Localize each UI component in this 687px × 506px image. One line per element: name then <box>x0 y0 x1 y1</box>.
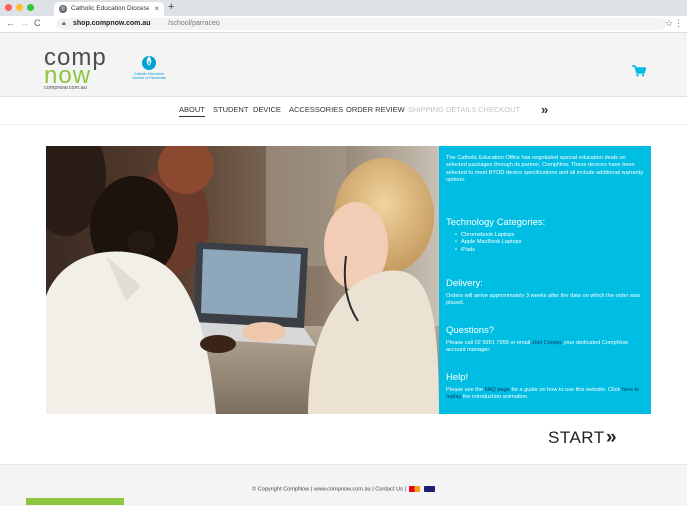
help-heading: Help! <box>446 372 469 383</box>
site-header: comp now compnow.com.au Catholic Educati… <box>0 33 687 97</box>
nav-device[interactable]: DEVICE <box>253 105 281 114</box>
browser-tab-strip: ◎ Catholic Education Diocese of × + <box>0 0 687 16</box>
flame-icon <box>142 56 156 70</box>
nav-about[interactable]: ABOUT <box>179 105 205 117</box>
intro-text: The Catholic Education Office has negoti… <box>446 155 644 184</box>
logo-word-now: now <box>44 62 92 89</box>
window-controls <box>5 4 34 11</box>
info-panel: The Catholic Education Office has negoti… <box>439 146 651 414</box>
nav-student[interactable]: STUDENT <box>213 105 248 114</box>
feedback-tab[interactable] <box>26 498 124 505</box>
help-text: Please see the FAQ page for a guide on h… <box>446 387 644 402</box>
nav-divider <box>0 124 687 125</box>
questions-heading: Questions? <box>446 325 495 336</box>
help-mid: for a guide on how to use this website. … <box>511 387 621 393</box>
forward-icon[interactable]: → <box>20 18 29 28</box>
cart-icon[interactable] <box>632 65 646 77</box>
nav-shipping-details: SHIPPING DETAILS <box>408 105 477 114</box>
close-tab-icon[interactable]: × <box>154 2 159 16</box>
star-icon[interactable]: ☆ <box>665 18 673 29</box>
address-bar: ← → C 🔒︎ shop.compnow.com.au /school/par… <box>0 16 687 33</box>
checkout-steps-nav: ABOUT STUDENT DEVICE ACCESSORIES ORDER R… <box>0 100 687 122</box>
delivery-text: Orders will arrive approximately 3 weeks… <box>446 293 641 307</box>
compnow-logo[interactable]: comp now compnow.com.au <box>44 46 114 92</box>
reload-icon[interactable]: C <box>34 18 41 28</box>
lock-icon: 🔒︎ <box>62 20 66 27</box>
ceo-subtitle: Diocese of Parramatta <box>132 76 166 80</box>
start-button[interactable]: START <box>548 428 605 448</box>
url-host: shop.compnow.com.au <box>73 20 151 27</box>
browser-tab[interactable]: ◎ Catholic Education Diocese of × <box>54 2 164 16</box>
tech-item-chromebook: Chromebook Laptops <box>455 232 522 239</box>
url-field[interactable]: 🔒︎ shop.compnow.com.au /school/parraceo <box>56 18 666 30</box>
delivery-heading: Delivery: <box>446 278 483 289</box>
tech-item-macbook: Apple MacBook Laptops <box>455 239 522 246</box>
nav-accessories[interactable]: ACCESSORIES <box>289 105 343 114</box>
url-path: /school/parraceo <box>168 20 220 27</box>
kebab-menu-icon[interactable]: ⋮ <box>674 18 683 29</box>
questions-pre: Please call 02 9951 7955 or email <box>446 340 531 346</box>
close-window-button[interactable] <box>5 4 12 11</box>
questions-text: Please call 02 9951 7955 or email Joel C… <box>446 340 644 355</box>
students-photo <box>46 146 439 414</box>
help-post: the introduction animation. <box>462 394 529 401</box>
start-arrow-icon[interactable]: » <box>606 427 617 449</box>
mastercard-icon <box>409 486 421 492</box>
tech-heading: Technology Categories: <box>446 217 546 228</box>
nav-order-review[interactable]: ORDER REVIEW <box>346 105 405 114</box>
new-tab-button[interactable]: + <box>168 1 174 13</box>
nav-checkout: CHECKOUT <box>478 105 521 114</box>
tech-item-ipads: iPads <box>455 247 522 254</box>
tab-title: Catholic Education Diocese of <box>71 5 149 12</box>
maximize-window-button[interactable] <box>27 4 34 11</box>
faq-link[interactable]: FAQ page <box>485 387 510 393</box>
tech-list: Chromebook Laptops Apple MacBook Laptops… <box>455 232 522 254</box>
nav-next-arrow[interactable]: » <box>541 102 548 117</box>
help-pre: Please see the <box>446 387 484 393</box>
email-contact-link[interactable]: Joel Cooper <box>532 340 562 346</box>
back-icon[interactable]: ← <box>6 18 15 28</box>
minimize-window-button[interactable] <box>16 4 23 11</box>
logo-domain: compnow.com.au <box>44 85 87 91</box>
globe-icon: ◎ <box>59 5 67 13</box>
footer-text: © Copyright CompNow | www.compnow.com.au… <box>0 486 687 492</box>
ceo-logo: Catholic Education Diocese of Parramatta <box>124 53 174 89</box>
hero-image <box>46 146 439 414</box>
copyright-text: © Copyright CompNow | www.compnow.com.au… <box>251 486 406 493</box>
visa-icon <box>424 486 436 492</box>
